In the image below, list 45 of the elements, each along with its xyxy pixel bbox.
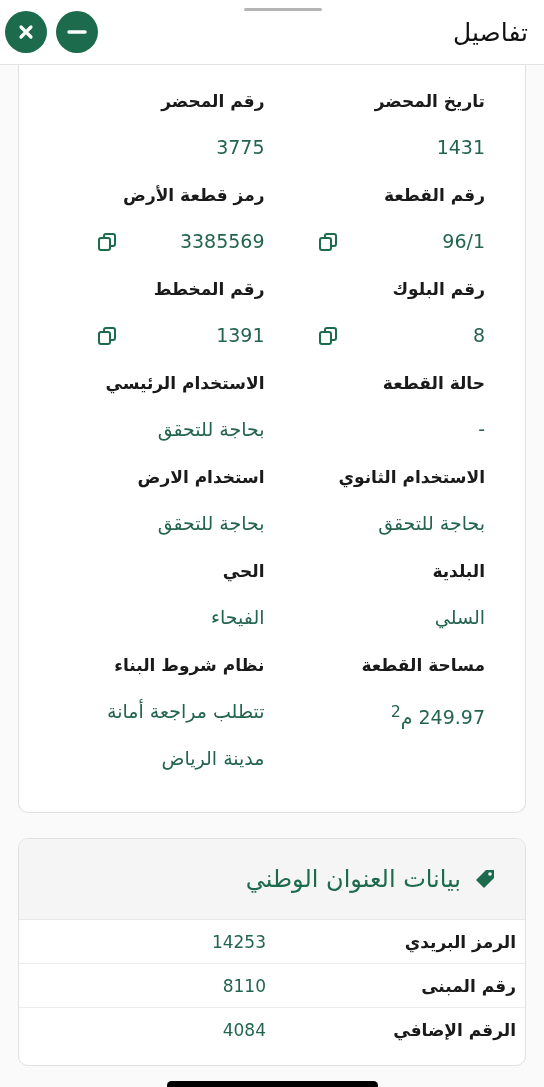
field-value: الفيحاء — [211, 605, 265, 630]
field-value: 96/1 — [442, 229, 485, 254]
address-value: 8110 — [222, 975, 266, 996]
field-label: مساحة القطعة — [360, 653, 485, 677]
field-label: الاستخدام الرئيسي — [104, 371, 265, 396]
address-value: 14253 — [211, 931, 266, 952]
address-label: الرقم الإضافي — [393, 1019, 516, 1040]
field-label: رقم المحضر — [159, 89, 265, 114]
address-label: الرمز البريدي — [404, 931, 516, 952]
drag-handle[interactable] — [244, 8, 322, 11]
field-label: الاستخدام الثانوي — [337, 465, 485, 490]
card-title: بيانات العنوان الوطني — [245, 865, 461, 893]
field-value: 3775 — [216, 135, 265, 160]
field-label: حالة القطعة — [381, 371, 485, 395]
address-value: 4084 — [222, 1019, 266, 1040]
copy-icon[interactable] — [317, 231, 338, 252]
field-label: تاريخ المحضر — [373, 89, 485, 114]
field-label: نظام شروط البناء — [113, 653, 265, 678]
tag-icon — [475, 869, 495, 889]
field-label: رقم البلوك — [391, 277, 485, 301]
address-label: رقم المبنى — [421, 975, 516, 996]
close-icon — [18, 24, 34, 40]
close-button[interactable] — [5, 11, 47, 53]
field-label: رقم المخطط — [152, 277, 265, 301]
copy-icon[interactable] — [97, 231, 117, 252]
field-label: رمز قطعة الأرض — [122, 183, 265, 208]
field-value: 8 — [472, 323, 485, 348]
field-label: استخدام الارض — [136, 465, 265, 490]
copy-icon[interactable] — [317, 325, 338, 346]
field-value: 3385569 — [179, 229, 265, 254]
field-value: تتطلب مراجعة أمانة مدينة الرياض — [106, 698, 265, 772]
minimize-button[interactable] — [56, 11, 98, 53]
field-value: بحاجة للتحقق — [157, 417, 265, 443]
field-value: 1391 — [216, 323, 265, 348]
copy-icon[interactable] — [97, 325, 117, 346]
page-title: تفاصيل — [453, 17, 528, 47]
field-value: - — [478, 417, 485, 442]
field-value: بحاجة للتحقق — [378, 511, 485, 537]
field-label: البلدية — [431, 559, 485, 583]
field-label: الحي — [221, 559, 265, 584]
field-value: السلي — [434, 605, 485, 631]
field-label: رقم القطعة — [382, 183, 485, 207]
minus-icon — [67, 29, 87, 35]
field-value: بحاجة للتحقق — [157, 511, 265, 537]
field-value: 1431 — [436, 135, 485, 160]
